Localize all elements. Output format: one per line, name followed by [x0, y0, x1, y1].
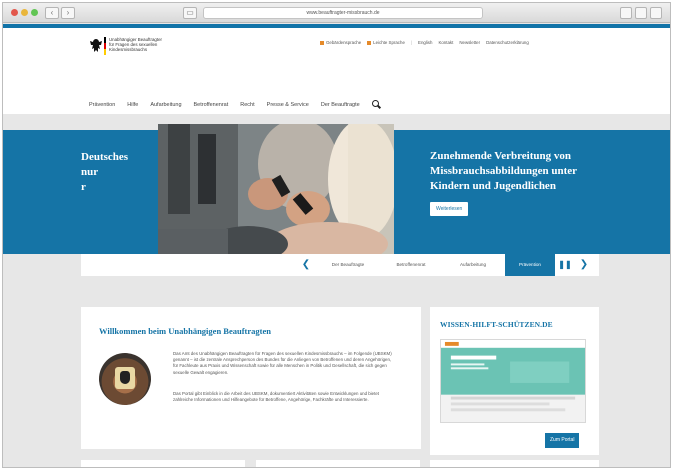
share-icon[interactable] [620, 7, 632, 19]
hero-slider: Deutsches nur r Zunehmende Verbreitung v… [3, 124, 670, 254]
teaser-line: Deutsches [81, 151, 129, 163]
nav-item-hilfe[interactable]: Hilfe [127, 102, 138, 108]
zoom-window-icon[interactable] [31, 9, 38, 16]
forward-icon[interactable]: › [61, 7, 75, 19]
nav-item-aufarbeitung[interactable]: Aufarbeitung [150, 102, 181, 108]
welcome-paragraph: Das Portal gibt Einblick in die Arbeit d… [173, 391, 379, 403]
chevron-right-icon[interactable]: ❯ [577, 254, 591, 276]
close-window-icon[interactable] [11, 9, 18, 16]
browser-toolbar: ‹ › ▭ www.beauftragter-missbrauch.de [3, 3, 670, 23]
nav-item-der-beauftragte[interactable]: Der Beauftragte [321, 102, 360, 108]
service-navigation: Gebärdensprache Leichte Sprache | Englis… [320, 40, 529, 45]
nav-item-betroffenenrat[interactable]: Betroffenenrat [194, 102, 229, 108]
logo-line: Kindesmissbrauchs [109, 47, 148, 53]
nav-item-recht[interactable]: Recht [240, 102, 254, 108]
service-link-label: Gebärdensprache [326, 40, 362, 45]
wissen-hilft-schuetzen-card: WISSEN-HILFT-SCHÜTZEN.DE Zum Portal [430, 307, 599, 455]
welcome-paragraph: Das Amt des Unabhängigen Beauftragten fü… [173, 351, 392, 375]
welcome-card: Willkommen beim Unabhängigen Beauftragte… [81, 307, 421, 449]
welcome-title: Willkommen beim Unabhängigen Beauftragte… [99, 326, 271, 336]
service-link-easy-language[interactable]: Leichte Sprache [367, 40, 405, 45]
service-link-newsletter[interactable]: Newsletter [459, 40, 480, 45]
to-portal-button[interactable]: Zum Portal [545, 433, 580, 448]
minimize-window-icon[interactable] [21, 9, 28, 16]
teaser-card[interactable] [81, 460, 245, 467]
federal-emblem-icon [115, 367, 135, 389]
divider: | [410, 40, 413, 45]
service-link-english[interactable]: English [418, 40, 432, 45]
chevron-left-icon[interactable]: ❮ [299, 254, 313, 276]
teaser-card[interactable] [256, 460, 420, 467]
service-link-label: Leichte Sprache [373, 40, 405, 45]
sign-language-icon [320, 40, 324, 45]
previous-slide-teaser[interactable]: Deutsches nur r [81, 150, 128, 195]
address-bar[interactable]: www.beauftragter-missbrauch.de [203, 7, 483, 19]
teaser-card[interactable] [430, 460, 599, 467]
sidebar-toggle-icon[interactable]: ▭ [183, 7, 197, 19]
portrait-image [99, 353, 151, 405]
brand-stripe [3, 24, 670, 28]
service-link-sign-language[interactable]: Gebärdensprache [320, 40, 361, 45]
slider-tab-betroffenenrat[interactable]: Betroffenenrat [381, 254, 441, 276]
portal-screenshot[interactable] [440, 339, 586, 423]
federal-eagle-icon [90, 39, 102, 52]
site-logo[interactable]: Unabhängiger Beauftragter für Fragen des… [109, 37, 179, 53]
new-tab-icon[interactable] [650, 7, 662, 19]
hero-headline: Zunehmende Verbreitung von Missbrauchsab… [430, 150, 577, 192]
service-link-privacy[interactable]: Datenschutzerklärung [486, 40, 529, 45]
browser-actions [620, 7, 662, 19]
slider-tab-bar: ❮ Der Beauftragte Betroffenenrat Aufarbe… [81, 254, 599, 276]
slider-tab-aufarbeitung[interactable]: Aufarbeitung [443, 254, 503, 276]
nav-item-presse-service[interactable]: Presse & Service [267, 102, 309, 108]
slider-tab-der-beauftragte[interactable]: Der Beauftragte [317, 254, 379, 276]
tabs-overview-icon[interactable] [635, 7, 647, 19]
service-link-contact[interactable]: Kontakt [438, 40, 453, 45]
browser-window: ‹ › ▭ www.beauftragter-missbrauch.de Una… [2, 2, 671, 468]
slider-tab-praevention[interactable]: Prävention [505, 254, 555, 276]
side-card-title: WISSEN-HILFT-SCHÜTZEN.DE [440, 320, 553, 329]
hero-photo [158, 124, 394, 254]
teaser-line: r [81, 181, 86, 193]
read-more-button[interactable]: Weiterlesen [430, 202, 469, 216]
easy-language-icon [367, 40, 372, 45]
nav-item-praevention[interactable]: Prävention [89, 102, 115, 108]
site-header: Unabhängiger Beauftragter für Fragen des… [3, 24, 670, 114]
flag-stripes [104, 37, 106, 55]
search-icon[interactable] [371, 100, 381, 109]
main-navigation: Prävention Hilfe Aufarbeitung Betroffene… [89, 100, 381, 109]
pause-icon[interactable]: ❚❚ [558, 254, 572, 276]
teaser-line: nur [81, 166, 99, 178]
back-icon[interactable]: ‹ [45, 7, 59, 19]
